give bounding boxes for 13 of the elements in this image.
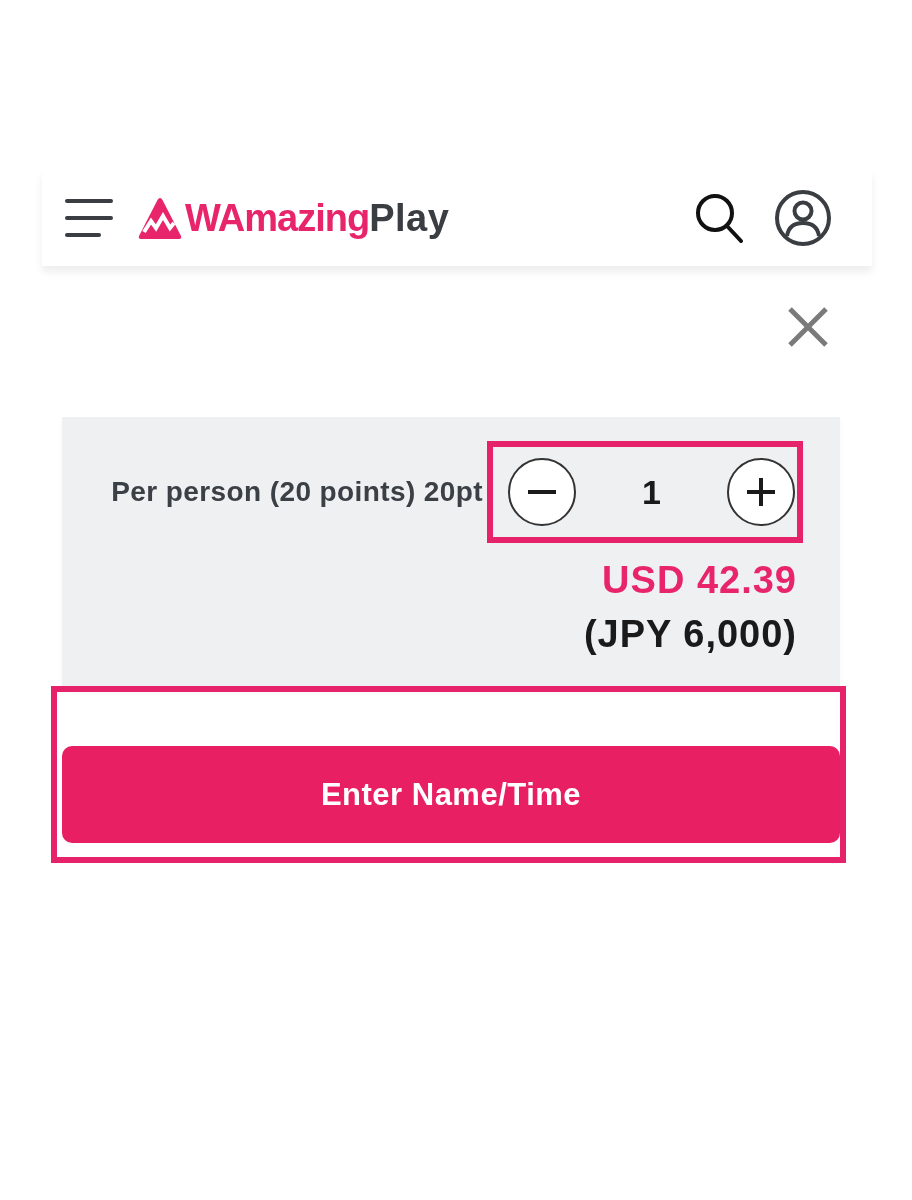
menu-icon[interactable] [65,199,113,237]
quantity-value: 1 [641,472,662,512]
ticket-label: Per person (20 points) 20pt [111,476,483,508]
price-usd: USD 42.39 [601,558,797,602]
minus-icon [528,490,556,494]
enter-name-time-button[interactable]: Enter Name/Time [62,746,840,843]
price-jpy: (JPY 6,000) [582,612,797,656]
close-icon[interactable] [788,307,828,347]
plus-icon [747,478,775,506]
mountain-logo-icon [138,196,182,240]
search-icon[interactable] [695,193,743,243]
account-icon[interactable] [775,190,831,246]
logo-text[interactable]: WAmazingPlay [185,194,450,242]
